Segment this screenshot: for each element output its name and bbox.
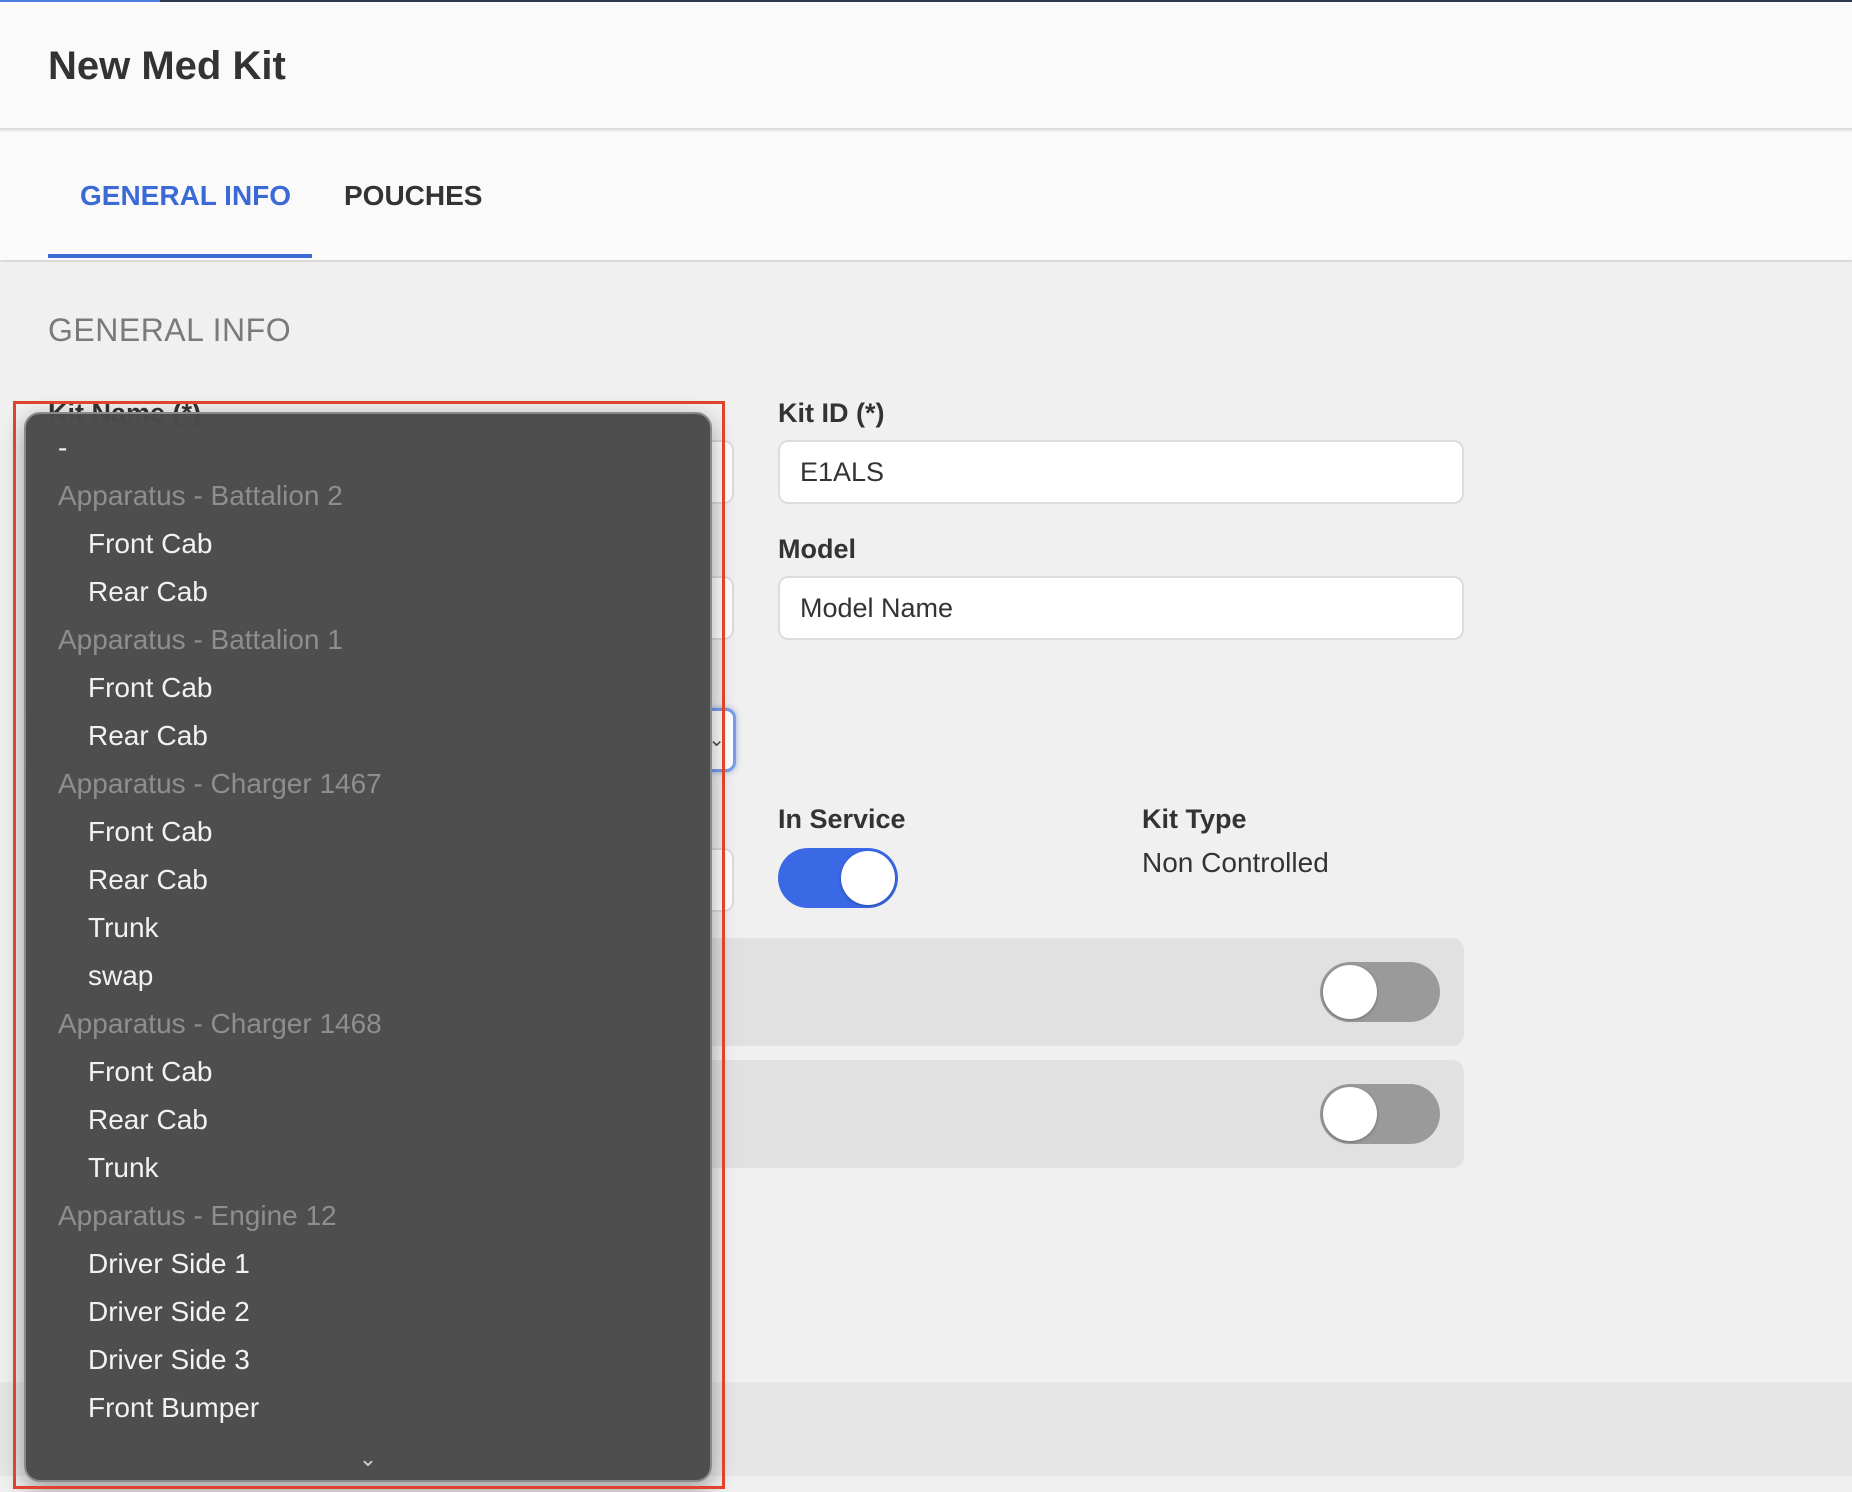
option-1-toggle[interactable] xyxy=(1320,962,1440,1022)
dropdown-option[interactable]: Driver Side 3 xyxy=(26,1336,710,1384)
tab-pouches[interactable]: POUCHES xyxy=(344,180,482,212)
model-label: Model xyxy=(778,534,856,564)
in-service-toggle[interactable] xyxy=(778,848,898,908)
dropdown-option[interactable]: Front Cab xyxy=(26,664,710,712)
option-2-toggle[interactable] xyxy=(1320,1084,1440,1144)
dropdown-option[interactable]: Trunk xyxy=(26,1144,710,1192)
dropdown-option[interactable]: Rear Cab xyxy=(26,1096,710,1144)
page-header: New Med Kit xyxy=(0,2,1852,130)
dropdown-option[interactable]: Front Cab xyxy=(26,808,710,856)
toggle-knob xyxy=(1323,1087,1377,1141)
kit-type-label: Kit Type xyxy=(1142,804,1247,834)
tab-general-info[interactable]: GENERAL INFO xyxy=(80,180,291,212)
dropdown-option[interactable]: - xyxy=(26,424,710,472)
toggle-knob xyxy=(841,851,895,905)
chevron-down-icon[interactable]: ⌄ xyxy=(26,1446,710,1472)
dropdown-option[interactable]: Front Cab xyxy=(26,520,710,568)
kit-type-value: Non Controlled xyxy=(1142,847,1329,878)
page-title: New Med Kit xyxy=(48,44,286,88)
dropdown-group-label: Apparatus - Battalion 1 xyxy=(58,624,343,655)
dropdown-option[interactable]: Driver Side 1 xyxy=(26,1240,710,1288)
tab-bar: GENERAL INFO POUCHES xyxy=(0,132,1852,260)
location-dropdown-list[interactable]: - Apparatus - Battalion 2 Front Cab Rear Ca… xyxy=(24,412,712,1482)
section-title: GENERAL INFO xyxy=(48,312,292,348)
dropdown-group-label: Apparatus - Charger 1468 xyxy=(58,1008,382,1039)
in-service-label: In Service xyxy=(778,804,906,834)
dropdown-group-label: Apparatus - Engine 12 xyxy=(58,1200,337,1231)
dropdown-option[interactable]: Rear Cab xyxy=(26,712,710,760)
dropdown-option[interactable]: Driver Side 2 xyxy=(26,1288,710,1336)
dropdown-option[interactable]: Front Cab xyxy=(26,1048,710,1096)
kit-id-label: Kit ID (*) xyxy=(778,398,885,428)
dropdown-group-label: Apparatus - Battalion 2 xyxy=(58,480,343,511)
toggle-knob xyxy=(1323,965,1377,1019)
model-input[interactable]: Model Name xyxy=(778,576,1464,640)
dropdown-option[interactable]: Trunk xyxy=(26,904,710,952)
kit-id-input[interactable]: E1ALS xyxy=(778,440,1464,504)
dropdown-option[interactable]: swap xyxy=(26,952,710,1000)
dropdown-option[interactable]: Front Bumper xyxy=(26,1384,710,1432)
dropdown-group-label: Apparatus - Charger 1467 xyxy=(58,768,382,799)
dropdown-option[interactable]: Rear Cab xyxy=(26,856,710,904)
dropdown-option[interactable]: Rear Cab xyxy=(26,568,710,616)
active-tab-indicator xyxy=(48,254,312,258)
